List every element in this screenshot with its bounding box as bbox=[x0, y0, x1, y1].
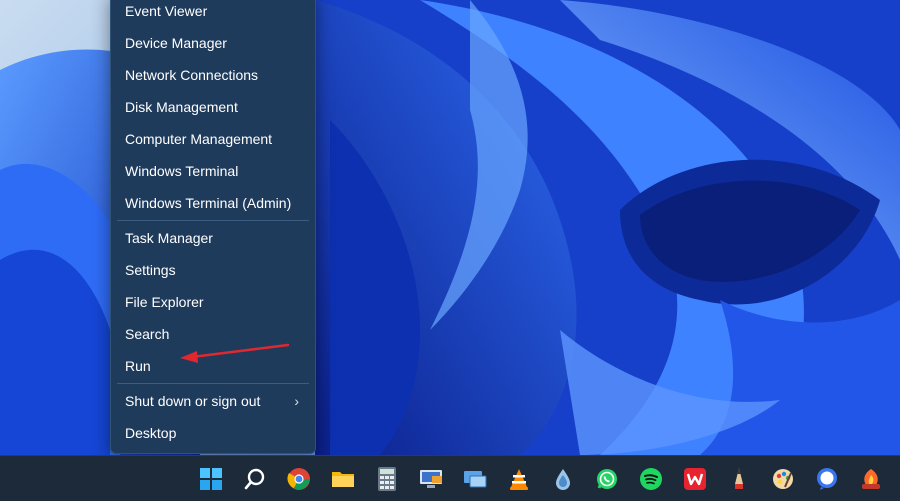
menu-item-label: File Explorer bbox=[125, 294, 204, 310]
menu-item-windows-terminal-admin[interactable]: Windows Terminal (Admin) bbox=[111, 188, 315, 218]
menu-item-device-manager[interactable]: Device Manager bbox=[111, 28, 315, 58]
vlc-icon[interactable] bbox=[502, 462, 536, 496]
menu-item-shut-down-or-sign-out[interactable]: Shut down or sign out › bbox=[111, 386, 315, 416]
menu-item-label: Search bbox=[125, 326, 170, 342]
menu-item-computer-management[interactable]: Computer Management bbox=[111, 124, 315, 154]
taskbar bbox=[0, 455, 900, 501]
menu-item-settings[interactable]: Settings bbox=[111, 255, 315, 285]
menu-item-task-manager[interactable]: Task Manager bbox=[111, 223, 315, 253]
menu-item-label: Task Manager bbox=[125, 230, 213, 246]
menu-item-disk-management[interactable]: Disk Management bbox=[111, 92, 315, 122]
winx-context-menu: Event Viewer Device Manager Network Conn… bbox=[110, 0, 316, 454]
spotify-icon[interactable] bbox=[634, 462, 668, 496]
menu-item-label: Event Viewer bbox=[125, 3, 208, 19]
menu-item-windows-terminal[interactable]: Windows Terminal bbox=[111, 156, 315, 186]
menu-item-label: Settings bbox=[125, 262, 176, 278]
water-drop-icon[interactable] bbox=[546, 462, 580, 496]
menu-item-label: Windows Terminal (Admin) bbox=[125, 195, 292, 211]
wps-office-icon[interactable] bbox=[678, 462, 712, 496]
paint-icon[interactable] bbox=[766, 462, 800, 496]
connect-icon[interactable] bbox=[458, 462, 492, 496]
menu-item-label: Desktop bbox=[125, 425, 177, 441]
game-icon[interactable] bbox=[854, 462, 888, 496]
menu-item-label: Shut down or sign out bbox=[125, 393, 261, 409]
menu-item-network-connections[interactable]: Network Connections bbox=[111, 60, 315, 90]
remote-desktop-icon[interactable] bbox=[414, 462, 448, 496]
menu-item-label: Run bbox=[125, 358, 151, 374]
menu-item-run[interactable]: Run bbox=[111, 351, 315, 381]
calculator-icon[interactable] bbox=[370, 462, 404, 496]
menu-separator bbox=[117, 383, 309, 384]
menu-item-label: Disk Management bbox=[125, 99, 238, 115]
menu-item-label: Network Connections bbox=[125, 67, 259, 83]
chevron-right-icon: › bbox=[294, 393, 299, 409]
search-icon[interactable] bbox=[238, 462, 272, 496]
pencil-icon[interactable] bbox=[722, 462, 756, 496]
windows-start-icon[interactable] bbox=[194, 462, 228, 496]
menu-item-file-explorer[interactable]: File Explorer bbox=[111, 287, 315, 317]
menu-item-label: Computer Management bbox=[125, 131, 273, 147]
chat-bubble-icon[interactable] bbox=[810, 462, 844, 496]
file-explorer-icon[interactable] bbox=[326, 462, 360, 496]
menu-item-search[interactable]: Search bbox=[111, 319, 315, 349]
whatsapp-icon[interactable] bbox=[590, 462, 624, 496]
menu-item-label: Windows Terminal bbox=[125, 163, 239, 179]
menu-item-label: Device Manager bbox=[125, 35, 227, 51]
menu-separator bbox=[117, 220, 309, 221]
menu-item-event-viewer[interactable]: Event Viewer bbox=[111, 0, 315, 26]
chrome-icon[interactable] bbox=[282, 462, 316, 496]
menu-item-desktop[interactable]: Desktop bbox=[111, 418, 315, 448]
